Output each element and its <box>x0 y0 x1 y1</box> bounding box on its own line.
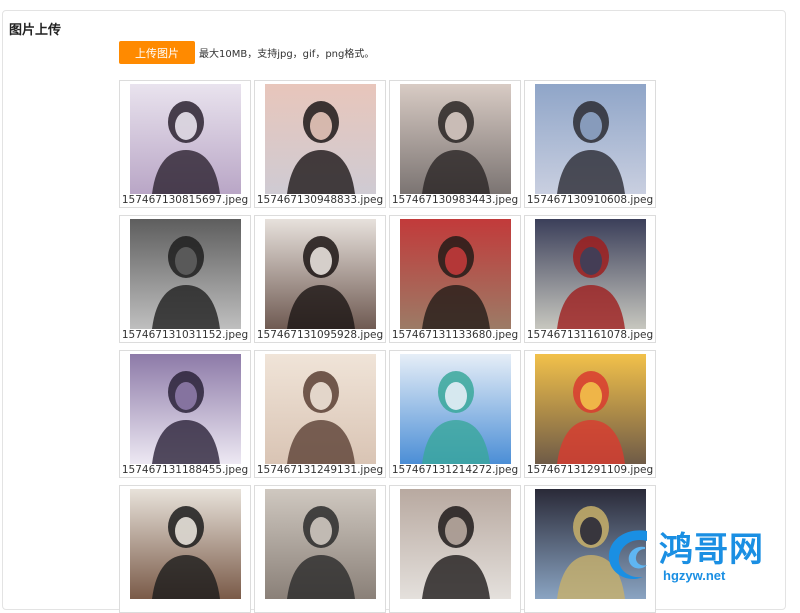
image-filename: 157467130983443.jpeg <box>391 194 519 206</box>
watermark-swirl-icon <box>608 530 647 579</box>
image-item[interactable]: 157467131095928.jpeg <box>254 215 386 343</box>
upload-toolbar: 上传图片 最大10MB，支持jpg，gif，png格式。 <box>119 41 374 64</box>
image-thumbnail[interactable] <box>265 354 376 464</box>
image-filename: 157467131214272.jpeg <box>391 464 519 476</box>
image-filename: 157467131133680.jpeg <box>391 329 519 341</box>
watermark-logo: 鸿哥网 hgzyw.net <box>601 523 793 585</box>
image-item[interactable] <box>389 485 521 613</box>
image-filename: 157467131291109.jpeg <box>526 464 654 476</box>
image-thumbnail[interactable] <box>130 354 241 464</box>
image-thumbnail[interactable] <box>130 84 241 194</box>
watermark-url: hgzyw.net <box>663 568 726 583</box>
image-thumbnail[interactable] <box>535 219 646 329</box>
image-item[interactable]: 157467131031152.jpeg <box>119 215 251 343</box>
image-item[interactable] <box>254 485 386 613</box>
image-item[interactable]: 157467131291109.jpeg <box>524 350 656 478</box>
image-thumbnail[interactable] <box>400 219 511 329</box>
watermark-name: 鸿哥网 <box>659 530 764 570</box>
image-filename: 157467131188455.jpeg <box>121 464 249 476</box>
image-thumbnail[interactable] <box>130 489 241 599</box>
image-filename: 157467131161078.jpeg <box>526 329 654 341</box>
image-item[interactable]: 157467130948833.jpeg <box>254 80 386 208</box>
image-thumbnail[interactable] <box>535 84 646 194</box>
image-item[interactable]: 157467130815697.jpeg <box>119 80 251 208</box>
image-filename: 157467130948833.jpeg <box>256 194 384 206</box>
image-item[interactable]: 157467131133680.jpeg <box>389 215 521 343</box>
upload-image-button[interactable]: 上传图片 <box>119 41 195 64</box>
image-filename: 157467131031152.jpeg <box>121 329 249 341</box>
image-thumbnail[interactable] <box>535 354 646 464</box>
image-item[interactable] <box>119 485 251 613</box>
image-item[interactable]: 157467131161078.jpeg <box>524 215 656 343</box>
image-filename: 157467130910608.jpeg <box>526 194 654 206</box>
image-item[interactable]: 157467131188455.jpeg <box>119 350 251 478</box>
page-title: 图片上传 <box>9 23 62 38</box>
image-thumbnail[interactable] <box>130 219 241 329</box>
image-filename: 157467130815697.jpeg <box>121 194 249 206</box>
image-thumbnail[interactable] <box>265 84 376 194</box>
image-thumbnail[interactable] <box>400 354 511 464</box>
upload-hint: 最大10MB，支持jpg，gif，png格式。 <box>199 49 375 60</box>
image-thumbnail[interactable] <box>400 489 511 599</box>
image-thumbnail[interactable] <box>265 219 376 329</box>
image-filename: 157467131095928.jpeg <box>256 329 384 341</box>
image-item[interactable]: 157467131249131.jpeg <box>254 350 386 478</box>
image-filename: 157467131249131.jpeg <box>256 464 384 476</box>
image-thumbnail[interactable] <box>265 489 376 599</box>
image-item[interactable]: 157467131214272.jpeg <box>389 350 521 478</box>
image-item[interactable]: 157467130983443.jpeg <box>389 80 521 208</box>
image-item[interactable]: 157467130910608.jpeg <box>524 80 656 208</box>
image-thumbnail[interactable] <box>400 84 511 194</box>
